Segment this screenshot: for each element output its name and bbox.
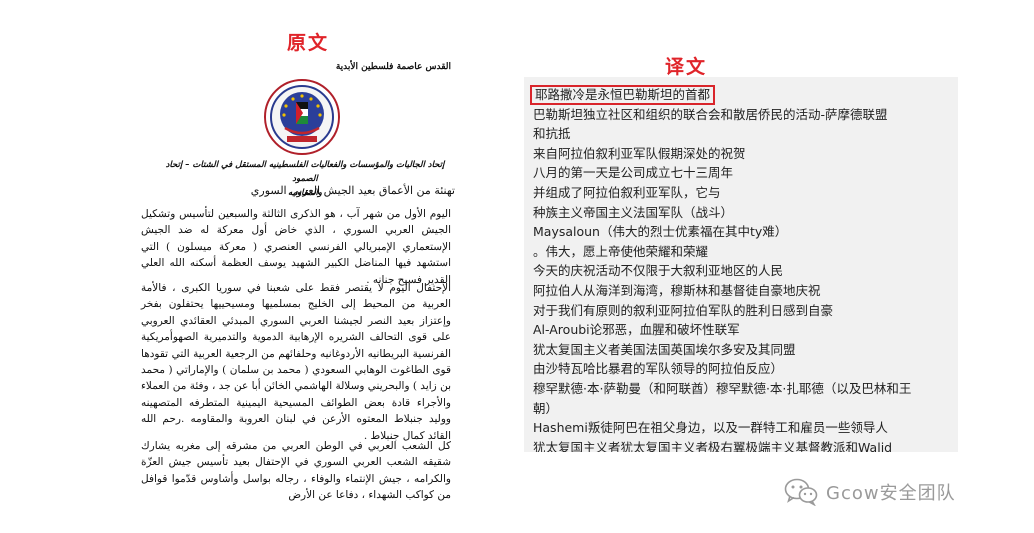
translation-line: 并组成了阿拉伯叙利亚军队，它与 xyxy=(533,184,721,200)
highlighted-translation-line: 耶路撒冷是永恒巴勒斯坦的首都 xyxy=(530,85,716,105)
translation-lines: 耶路撒冷是永恒巴勒斯坦的首都 巴勒斯坦独立社区和组织的联合会和散居侨民的活动-萨… xyxy=(530,85,913,452)
translation-line: 穆罕默德·本·萨勒曼（和阿联酋）穆罕默德·本·扎耶德（以及巴林和王 xyxy=(533,380,912,396)
watermark-text: Gcow安全团队 xyxy=(826,483,956,504)
organization-logo-icon xyxy=(264,79,340,155)
translation-line: 由沙特瓦哈比暴君的军队领导的阿拉伯反应） xyxy=(533,361,784,377)
translation-label: 译文 xyxy=(665,56,708,78)
translation-line: 今天的庆祝活动不仅限于大叙利亚地区的人民 xyxy=(533,263,784,279)
paragraph: الإحتفال اليوم لا يقتصر فقط على شعبنا في… xyxy=(141,282,451,442)
translation-panel: 耶路撒冷是永恒巴勒斯坦的首都 巴勒斯坦独立社区和组织的联合会和散居侨民的活动-萨… xyxy=(524,77,958,452)
original-text-label: 原文 xyxy=(287,32,330,54)
translation-line: 对于我们有原则的叙利亚阿拉伯军队的胜利日感到自豪 xyxy=(533,302,834,318)
translation-line: 犹太复国主义者美国法国英国埃尔多安及其同盟 xyxy=(533,341,796,357)
translation-line: 犹太复国主义者犹太复国主义者极右翼极端主义基督教派和Walid xyxy=(533,439,893,452)
translation-line: Al-Aroubi论邪恶，血腥和破坏性联军 xyxy=(533,322,740,338)
translation-line: 耶路撒冷是永恒巴勒斯坦的首都 xyxy=(530,85,913,105)
wechat-icon xyxy=(784,478,818,506)
translation-line: 阿拉伯人从海洋到海湾，穆斯林和基督徒自豪地庆祝 xyxy=(533,282,821,298)
watermark: Gcow安全团队 xyxy=(784,478,956,506)
document-header: القدس عاصمة فلسطين الأبدية xyxy=(335,62,451,72)
translation-line: 来自阿拉伯叙利亚军队假期深处的祝贺 xyxy=(533,145,746,161)
translation-line: 朝） xyxy=(533,400,559,416)
translation-line: Maysaloun（伟大的烈士优素福在其中ty难） xyxy=(533,224,788,240)
translation-line: 种族主义帝国主义法国军队（战斗） xyxy=(533,204,734,220)
translation-line: 巴勒斯坦独立社区和组织的联合会和散居侨民的活动-萨摩德联盟 xyxy=(533,106,888,122)
translation-line: Hashemi叛徒阿巴在祖父身边，以及一群特工和雇员一些领导人 xyxy=(533,420,888,436)
translation-line: 八月的第一天是公司成立七十三周年 xyxy=(533,165,734,181)
translation-line: 。伟大，愿上帝使他荣耀和荣耀 xyxy=(533,243,709,259)
original-document: القدس عاصمة فلسطين الأبدية إتحاد الجاليا… xyxy=(140,58,465,501)
paragraph: كل الشعب العربي في الوطن العربي من مشرقه… xyxy=(141,440,451,502)
translation-line: 和抗抵 xyxy=(533,126,571,142)
paragraph: اليوم الأول من شهر آب ، هو الذكرى الثالث… xyxy=(141,208,451,286)
subtitle-line: إتحاد الجاليات والمؤسسات والفعاليات الفل… xyxy=(165,160,445,184)
document-greeting: تهنئة من الأعماق بعيد الجيش العربي السور… xyxy=(250,184,455,197)
